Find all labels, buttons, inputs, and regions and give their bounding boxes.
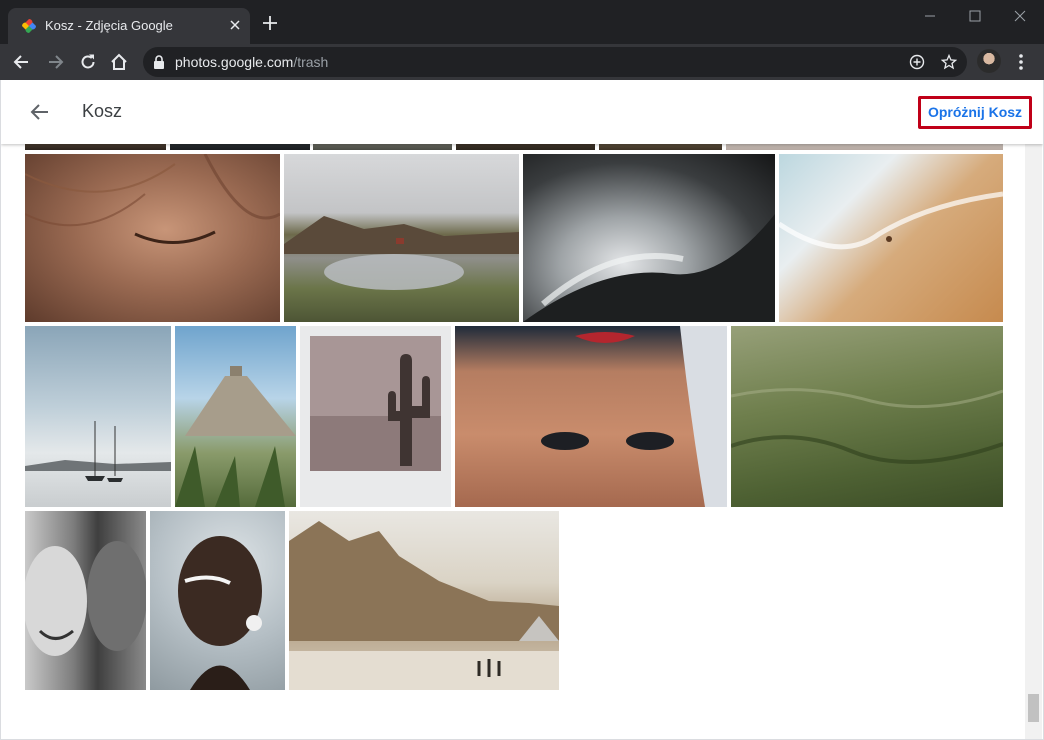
photo-thumbnail[interactable] [150,511,285,690]
photo-thumbnail[interactable] [25,326,171,507]
google-photos-icon [22,19,36,33]
browser-tab[interactable]: Kosz - Zdjęcia Google [8,8,250,44]
browser-toolbar: photos.google.com/trash [0,44,1044,80]
couple-portrait-image [25,541,146,656]
photo-thumbnail[interactable] [175,326,296,507]
photo-thumbnail[interactable] [523,154,775,322]
beach-surf-image [779,191,1003,250]
back-arrow-icon[interactable] [12,52,32,72]
lock-icon [154,55,164,69]
url-path: /trash [293,54,329,70]
freckled-face-image [25,154,280,244]
photo-thumbnail[interactable] [779,154,1003,322]
install-app-icon[interactable] [909,54,925,70]
photo-thumbnail[interactable] [25,511,146,690]
forward-arrow-icon[interactable] [45,52,65,72]
back-arrow-icon[interactable] [28,100,52,124]
app-bar: Kosz Opróżnij Kosz [1,80,1043,144]
new-tab-icon[interactable] [261,14,279,32]
home-icon[interactable] [109,52,129,72]
url-text: photos.google.com/trash [175,54,328,70]
page-content: Kosz Opróżnij Kosz [0,80,1044,740]
pyramid-image [175,366,296,507]
louvre-image [289,521,559,690]
profile-avatar[interactable] [977,49,1001,73]
address-bar[interactable]: photos.google.com/trash [143,47,967,77]
cactus-polaroid-image [310,336,441,471]
bookmark-star-icon[interactable] [941,54,957,70]
photo-thumbnail[interactable] [289,511,559,690]
close-tab-icon[interactable] [227,17,243,33]
more-vert-icon[interactable] [1016,53,1026,71]
page-title: Kosz [82,101,123,121]
mountain-lake-image [284,216,519,290]
face-paint-portrait-image [178,536,262,690]
tab-title: Kosz - Zdjęcia Google [45,18,173,33]
minimize-icon[interactable] [915,6,945,26]
photo-thumbnail[interactable] [300,326,451,507]
crashing-wave-image [523,214,775,322]
grass-field-image [731,388,1003,464]
reload-icon[interactable] [78,52,98,72]
maximize-icon[interactable] [960,6,990,26]
scrollbar-thumb[interactable] [1028,694,1039,722]
photo-thumbnail[interactable] [731,326,1003,507]
photo-thumbnail[interactable] [284,154,519,322]
scrollbar[interactable] [1025,144,1042,739]
sailboats-image [25,421,171,482]
close-window-icon[interactable] [1005,6,1035,26]
photo-thumbnail[interactable] [25,154,280,322]
url-host: photos.google.com [175,54,294,70]
browser-titlebar: Kosz - Zdjęcia Google [0,0,1044,44]
empty-trash-button[interactable]: Opróżnij Kosz [918,96,1032,129]
upside-down-face-image [541,326,727,507]
photo-thumbnail[interactable] [455,326,727,507]
